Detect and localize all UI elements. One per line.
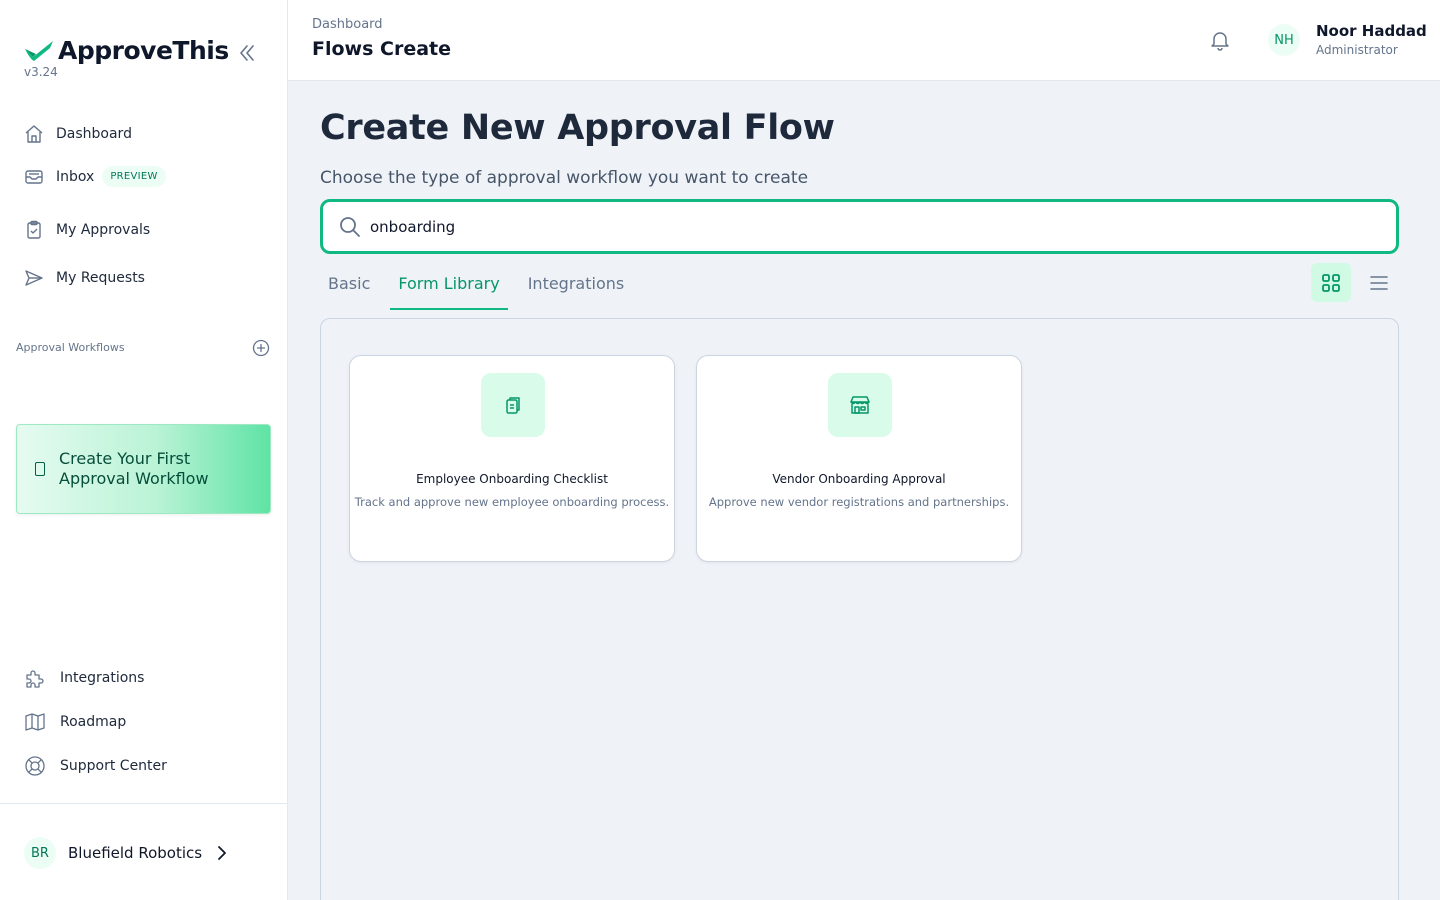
sidebar-item-label: Integrations <box>60 670 145 686</box>
brand-name: ApproveThis <box>58 36 229 65</box>
clipboard-icon <box>481 373 545 437</box>
organization-switcher[interactable]: BR Bluefield Robotics <box>24 837 228 869</box>
list-icon <box>1370 276 1388 290</box>
inbox-icon <box>24 167 44 187</box>
add-workflow-icon[interactable] <box>252 339 270 357</box>
create-first-workflow-button[interactable]: Create Your First Approval Workflow <box>16 424 271 514</box>
home-icon <box>24 124 44 144</box>
clipboard-check-icon <box>24 220 44 240</box>
sidebar-item-label: Inbox <box>56 168 95 185</box>
sidebar-footer: BR Bluefield Robotics <box>0 803 287 900</box>
breadcrumb-dashboard[interactable]: Dashboard <box>312 17 383 32</box>
app-version: v3.24 <box>24 65 58 79</box>
approval-workflows-section-title: Approval Workflows <box>16 341 125 354</box>
preview-badge: PREVIEW <box>102 166 166 187</box>
sidebar-item-support-center[interactable]: Support Center <box>24 755 167 777</box>
page-title: Flows Create <box>312 38 452 60</box>
brand-logo-icon <box>25 40 53 61</box>
main-heading: Create New Approval Flow <box>320 108 835 148</box>
missing-glyph-icon <box>35 462 45 476</box>
grid-view-button[interactable] <box>1311 263 1351 302</box>
main-subtitle: Choose the type of approval workflow you… <box>320 168 809 188</box>
life-buoy-icon <box>24 755 46 777</box>
card-title: Vendor Onboarding Approval <box>772 472 946 486</box>
send-icon <box>24 268 44 288</box>
card-title: Employee Onboarding Checklist <box>416 472 608 486</box>
sidebar-item-integrations[interactable]: Integrations <box>24 667 144 689</box>
org-name: Bluefield Robotics <box>68 844 203 862</box>
search-box <box>320 199 1399 254</box>
sidebar: ApproveThis v3.24 Dashboard Inbox PREVIE… <box>0 0 288 900</box>
grid-icon <box>1322 273 1340 292</box>
sidebar-item-dashboard[interactable]: Dashboard <box>24 124 132 144</box>
tab-basic[interactable]: Basic <box>320 262 378 310</box>
sidebar-item-label: My Requests <box>56 270 145 286</box>
sidebar-item-my-requests[interactable]: My Requests <box>24 268 145 288</box>
chevron-right-icon <box>218 846 226 860</box>
puzzle-icon <box>24 667 46 689</box>
user-avatar[interactable]: NH <box>1268 24 1300 56</box>
list-view-button[interactable] <box>1364 268 1394 298</box>
type-tabs: Basic Form Library Integrations <box>320 262 644 310</box>
sidebar-item-label: My Approvals <box>56 222 151 238</box>
org-avatar: BR <box>24 837 56 869</box>
tab-form-library[interactable]: Form Library <box>390 262 509 310</box>
brand[interactable]: ApproveThis <box>24 36 229 65</box>
map-icon <box>24 711 46 733</box>
bell-icon[interactable] <box>1208 28 1232 52</box>
search-icon <box>340 217 360 237</box>
sidebar-item-roadmap[interactable]: Roadmap <box>24 711 126 733</box>
sidebar-item-label: Roadmap <box>60 714 127 730</box>
top-header: Dashboard Flows Create NH Noor Haddad Ad… <box>288 0 1440 81</box>
sidebar-item-label: Dashboard <box>56 126 132 142</box>
tab-integrations[interactable]: Integrations <box>520 262 633 310</box>
template-card-employee-onboarding[interactable]: Employee Onboarding Checklist Track and … <box>349 355 675 562</box>
sidebar-item-inbox[interactable]: Inbox PREVIEW <box>24 166 166 187</box>
card-description: Track and approve new employee onboardin… <box>354 495 670 509</box>
user-name: Noor Haddad <box>1316 22 1427 40</box>
chevrons-left-icon <box>240 45 254 61</box>
sidebar-item-label: Support Center <box>60 758 167 774</box>
search-input[interactable] <box>370 213 1270 241</box>
template-card-vendor-onboarding[interactable]: Vendor Onboarding Approval Approve new v… <box>696 355 1022 562</box>
create-first-workflow-label: Create Your First Approval Workflow <box>59 449 209 488</box>
sidebar-item-my-approvals[interactable]: My Approvals <box>24 220 150 240</box>
collapse-sidebar-button[interactable] <box>234 40 260 66</box>
user-role: Administrator <box>1316 43 1398 57</box>
store-icon <box>828 373 892 437</box>
card-description: Approve new vendor registrations and par… <box>708 495 1010 509</box>
